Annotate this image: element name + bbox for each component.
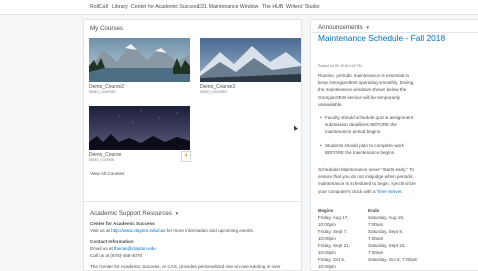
course-image-mountain-snow[interactable] bbox=[200, 38, 301, 82]
course-tile[interactable]: Demo_Course DEMO_COURSE bbox=[89, 106, 190, 162]
time-server-link[interactable]: Time Server bbox=[377, 189, 402, 194]
announcement-note: Scheduled Maintenance never "starts earl… bbox=[318, 167, 416, 194]
nav-link-rollcall[interactable]: RollCall bbox=[90, 4, 108, 10]
announcements-title: Announcements ▾ bbox=[318, 24, 369, 31]
section-divider bbox=[84, 201, 301, 202]
top-navbar: RollCall Library Center for Academic Suc… bbox=[0, 0, 478, 15]
table-cell-ends: Saturday, Sept 8, 7:00am bbox=[368, 229, 404, 241]
contact-phone-line: Call us at (678)-466-4070 bbox=[90, 253, 143, 258]
academic-support-title: Academic Support Resources ▾ bbox=[90, 210, 179, 217]
course-tile[interactable]: Demo_Course3 DEMO_COURSE3 bbox=[200, 38, 301, 94]
course-image-night-sky[interactable] bbox=[89, 106, 190, 150]
table-cell-ends: Saturday, Oct 6, 7:00am bbox=[368, 257, 418, 262]
announcement-title-link[interactable]: Maintenance Schedule - Fall 2018 bbox=[318, 33, 468, 43]
bullet-dot: • bbox=[320, 143, 322, 148]
course-image-mountain-lake[interactable] bbox=[89, 38, 190, 82]
nav-link-library[interactable]: Library bbox=[112, 4, 128, 10]
nav-link-the-hub[interactable]: The HUB bbox=[262, 4, 283, 10]
course-code: DEMO_COURSE bbox=[89, 158, 114, 162]
center-visit-line: Visit us at http://www.clayton.edu/cas f… bbox=[90, 228, 255, 233]
table-cell-ends: Saturday, Sept 22, 7:00am bbox=[368, 243, 406, 255]
announcement-posted-date: Posted Jul 25, 2018 3:21 PM bbox=[318, 64, 362, 68]
course-tile[interactable]: Demo_Course2 DEMO_COURSE2 bbox=[89, 38, 190, 94]
contact-email-line: Email us at thecas@clayton.edu bbox=[90, 246, 156, 251]
table-cell-begins: Friday, Oct 5, 10:00pm bbox=[318, 257, 346, 269]
table-header-ends: Ends bbox=[368, 208, 380, 213]
course-code: DEMO_COURSE3 bbox=[200, 90, 227, 94]
chevron-down-icon[interactable]: ▾ bbox=[176, 211, 179, 217]
table-cell-begins: Friday, Aug 17, 10:00pm bbox=[318, 215, 349, 227]
table-cell-begins: Friday, Sept 21, 10:00pm bbox=[318, 243, 351, 255]
cas-website-link[interactable]: http://www.clayton.edu/cas bbox=[111, 228, 165, 233]
announcement-bullet: • Students should plan to complete work … bbox=[320, 143, 404, 156]
cas-email-link[interactable]: thecas@clayton.edu bbox=[114, 246, 156, 251]
cas-description: The Center for Academic Success, or CAS,… bbox=[90, 264, 281, 269]
contact-heading: Contact Information bbox=[90, 239, 134, 244]
my-courses-title: My Courses bbox=[90, 25, 124, 32]
my-courses-widget: My Courses Demo_Course2 DEMO_COURSE2 Dem… bbox=[83, 19, 302, 271]
announcement-bullet: • Faculty should schedule quiz & assignm… bbox=[320, 115, 414, 135]
nav-link-writers-studio[interactable]: Writers' Studio bbox=[286, 4, 319, 10]
nav-link-center-academic-success[interactable]: Center for Academic Success bbox=[131, 4, 199, 10]
announcements-widget: Announcements ▾ Maintenance Schedule - F… bbox=[310, 19, 478, 271]
center-heading: Center for Academic Success bbox=[90, 221, 155, 226]
view-all-courses-link[interactable]: View All Courses bbox=[90, 171, 124, 176]
chevron-down-icon[interactable]: ▾ bbox=[366, 25, 369, 31]
table-cell-begins: Friday, Sept 7, 10:00pm bbox=[318, 229, 348, 241]
table-header-begins: Begins bbox=[318, 208, 334, 213]
nav-link-maintenance-window[interactable]: D2L Maintenance Window bbox=[198, 4, 258, 10]
announcement-intro: Routine, periodic maintenance is essenti… bbox=[318, 73, 414, 107]
course-notification-badge[interactable]: 4 bbox=[181, 151, 191, 162]
table-cell-ends: Saturday, Aug 18, 7:00am bbox=[368, 215, 405, 227]
course-code: DEMO_COURSE2 bbox=[89, 90, 116, 94]
bullet-dot: • bbox=[320, 115, 322, 120]
